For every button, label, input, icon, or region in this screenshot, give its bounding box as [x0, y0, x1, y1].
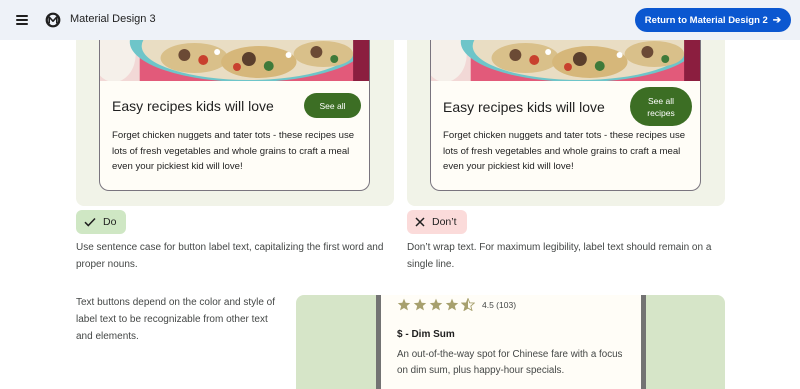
card-title: Easy recipes kids will love [443, 99, 605, 115]
dont-description: Don’t wrap text. For maximum legibility,… [407, 242, 712, 270]
do-chip-label: Do [103, 216, 117, 228]
see-all-button[interactable]: See all [304, 93, 361, 118]
do-description: Use sentence case for button label text,… [76, 242, 384, 270]
do-chip: Do [76, 210, 127, 234]
rating-value: 4.5 (103) [482, 300, 517, 310]
dont-chip-label: Don’t [432, 216, 457, 228]
arrow-right-icon: ➔ [772, 14, 782, 26]
card-body-text: Forget chicken nuggets and tater tots - … [443, 130, 686, 172]
card-body-text: Forget chicken nuggets and tater tots - … [112, 130, 355, 172]
dont-example-panel: Easy recipes kids will love See all reci… [407, 40, 725, 206]
close-icon [415, 217, 425, 227]
star-icon [429, 298, 443, 311]
star-icon [445, 298, 459, 311]
see-all-recipes-button[interactable]: See all recipes [630, 87, 692, 126]
restaurant-description: An out-of-the-way spot for Chinese fare … [397, 349, 623, 376]
star-icon [397, 298, 411, 311]
text-button-example-panel: 4.5 (103) $ - Dim Sum An out-of-the-way … [296, 295, 725, 389]
food-image [100, 40, 369, 81]
return-to-md2-button[interactable]: Return to Material Design 2 ➔ [635, 8, 791, 32]
material-logo-icon[interactable] [45, 12, 61, 28]
do-example-panel: Easy recipes kids will love See all Forg… [76, 40, 394, 206]
app-title: Material Design 3 [70, 13, 156, 25]
star-rating [397, 298, 475, 311]
restaurant-title: $ - Dim Sum [397, 329, 455, 340]
top-app-bar: Material Design 3 Return to Material Des… [0, 0, 800, 40]
check-icon [84, 217, 96, 227]
star-icon [413, 298, 427, 311]
recipe-card: Easy recipes kids will love See all Forg… [99, 40, 370, 191]
recipe-card: Easy recipes kids will love See all reci… [430, 40, 701, 191]
restaurant-card: 4.5 (103) $ - Dim Sum An out-of-the-way … [376, 295, 646, 389]
dont-chip: Don’t [407, 210, 467, 234]
half-star-icon [461, 298, 475, 311]
return-button-label: Return to Material Design 2 [644, 14, 768, 26]
food-image [431, 40, 700, 81]
text-buttons-description: Text buttons depend on the color and sty… [76, 297, 276, 342]
card-title: Easy recipes kids will love [112, 98, 274, 114]
menu-icon[interactable] [13, 12, 33, 28]
